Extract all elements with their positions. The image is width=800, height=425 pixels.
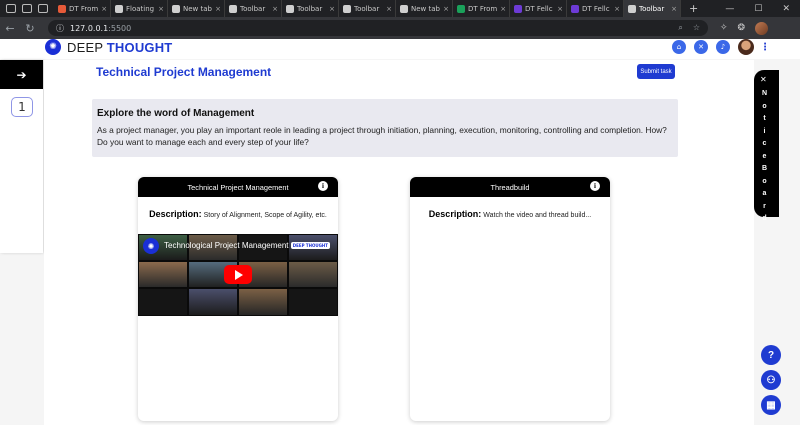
close-tab-icon[interactable]: × <box>671 5 677 13</box>
back-icon[interactable]: ← <box>0 22 20 35</box>
channel-logo-icon: ✺ <box>143 238 159 254</box>
browser-toolbar: ✧ ❂ <box>720 21 769 35</box>
browser-tab-active[interactable]: Toolbar × <box>624 0 681 17</box>
more-menu-icon[interactable]: ⋮ <box>760 42 770 53</box>
site-info-icon[interactable]: ⓘ <box>56 23 64 34</box>
browser-tab[interactable]: Floating × <box>111 0 168 17</box>
info-icon[interactable]: i <box>590 181 600 191</box>
video-badge: DEEP THOUGHT <box>290 242 330 249</box>
community-icon: ⚇ <box>766 374 776 386</box>
zoom-icon[interactable]: ⌕ <box>678 23 682 33</box>
rail-toggle-button[interactable]: ➔ <box>0 60 43 89</box>
asset-card-threadbuild[interactable]: Threadbuild i Description: Watch the vid… <box>410 177 610 421</box>
tab-favicon-icon <box>286 4 294 13</box>
card-description: Description: Watch the video and thread … <box>428 209 592 219</box>
app-header: ✺ DEEP THOUGHT ⌂ ✕ ♪ ⋮ <box>0 39 800 59</box>
tab-favicon-icon <box>457 4 465 13</box>
tab-favicon-icon <box>514 4 522 13</box>
tab-search-icon[interactable] <box>38 4 48 13</box>
copilot-icon[interactable]: ❂ <box>738 23 746 33</box>
tools-icon[interactable]: ✕ <box>694 40 708 54</box>
tab-favicon-icon <box>628 4 636 13</box>
explore-heading: Explore the word of Management <box>97 108 255 119</box>
video-title[interactable]: Technological Project Management <box>164 241 289 250</box>
minimize-icon[interactable]: — <box>725 4 734 14</box>
url-text: 127.0.0.1:5500 <box>70 23 132 33</box>
browser-profile-icon[interactable] <box>6 4 16 13</box>
close-window-icon[interactable]: ✕ <box>782 4 790 14</box>
omnibox-actions: ⌕ ☆ <box>678 23 700 33</box>
avatar[interactable] <box>738 39 754 55</box>
browser-tab[interactable]: DT Fellc × <box>567 0 624 17</box>
bell-icon[interactable]: ♪ <box>716 40 730 54</box>
tab-favicon-icon <box>229 4 237 13</box>
close-tab-icon[interactable]: × <box>158 5 164 13</box>
tab-favicon-icon <box>115 4 123 13</box>
bookmark-star-icon[interactable]: ☆ <box>693 23 700 33</box>
close-tab-icon[interactable]: × <box>386 5 392 13</box>
header-actions: ⌂ ✕ ♪ ⋮ <box>672 39 770 55</box>
notice-board[interactable]: ✕ N o t i c e B o a r d <box>754 70 775 222</box>
browser-tab[interactable]: New tab × <box>396 0 453 17</box>
brand-name: DEEP THOUGHT <box>67 40 173 55</box>
asset-card-tpm[interactable]: Technical Project Management i Descripti… <box>138 177 338 421</box>
deep-thought-logo-icon[interactable]: ✺ <box>45 39 61 55</box>
help-icon: ? <box>767 349 775 361</box>
card-description: Description: Story of Alignment, Scope o… <box>149 209 327 219</box>
play-icon[interactable] <box>224 265 252 284</box>
close-tab-icon[interactable]: × <box>272 5 278 13</box>
card-header: Threadbuild i <box>410 177 610 197</box>
app: ✺ DEEP THOUGHT ⌂ ✕ ♪ ⋮ ➔ 1 Technical Pro… <box>0 39 800 425</box>
help-button[interactable]: ? <box>761 345 781 365</box>
browser-tab-bar: DT From × Floating × New tab × Toolbar × Too… <box>0 0 800 17</box>
browser-tab[interactable]: Toolbar × <box>225 0 282 17</box>
close-tab-icon[interactable]: × <box>215 5 221 13</box>
explore-panel: Explore the word of Management As a proj… <box>92 99 678 157</box>
page-title: Technical Project Management <box>96 65 272 79</box>
main-content: Technical Project Management Submit task… <box>44 60 754 425</box>
profile-avatar[interactable] <box>755 21 769 35</box>
close-tab-icon[interactable]: × <box>614 5 620 13</box>
info-icon[interactable]: i <box>318 181 328 191</box>
community-button[interactable]: ⚇ <box>761 370 781 390</box>
explore-text: As a project manager, you play an import… <box>97 125 667 147</box>
workspaces-icon[interactable] <box>22 4 32 13</box>
new-tab-icon[interactable]: + <box>681 2 706 15</box>
close-tab-icon[interactable]: × <box>443 5 449 13</box>
close-icon[interactable]: ✕ <box>760 75 767 84</box>
browser-tab[interactable]: Toolbar × <box>339 0 396 17</box>
maximize-icon[interactable]: ☐ <box>754 4 762 14</box>
tab-favicon-icon <box>343 4 351 13</box>
extensions-icon[interactable]: ✧ <box>720 23 728 33</box>
reload-icon[interactable]: ↻ <box>20 22 40 35</box>
close-tab-icon[interactable]: × <box>500 5 506 13</box>
browser-tab[interactable]: DT From × <box>54 0 111 17</box>
window-controls: — ☐ ✕ <box>725 4 800 14</box>
notice-board-edge <box>775 70 779 217</box>
close-tab-icon[interactable]: × <box>329 5 335 13</box>
tab-favicon-icon <box>571 4 579 13</box>
calendar-button[interactable]: ▦ <box>761 395 781 415</box>
home-icon[interactable]: ⌂ <box>672 40 686 54</box>
notice-board-label: N o t i c e B o a r d <box>761 90 768 222</box>
tab-favicon-icon <box>400 4 408 13</box>
browser-address-bar: ← ↻ ⓘ 127.0.0.1:5500 ⌕ ☆ ✧ ❂ <box>0 17 800 39</box>
submit-task-button[interactable]: Submit task <box>637 64 675 79</box>
close-tab-icon[interactable]: × <box>557 5 563 13</box>
left-rail: ➔ 1 <box>0 60 43 253</box>
arrow-right-icon: ➔ <box>16 67 27 82</box>
browser-tab-actions <box>0 0 54 17</box>
tab-favicon-icon <box>172 4 180 13</box>
card-header: Technical Project Management i <box>138 177 338 197</box>
browser-tab[interactable]: New tab × <box>168 0 225 17</box>
video-player[interactable]: ✺ Technological Project Management DEEP … <box>138 234 338 316</box>
task-number-button[interactable]: 1 <box>11 97 33 117</box>
close-tab-icon[interactable]: × <box>101 5 107 13</box>
browser-tab[interactable]: Toolbar × <box>282 0 339 17</box>
browser-tab[interactable]: DT From × <box>453 0 510 17</box>
calendar-icon: ▦ <box>766 399 776 411</box>
browser-tab[interactable]: DT Fellc × <box>510 0 567 17</box>
tab-favicon-icon <box>58 4 66 13</box>
url-field[interactable]: ⓘ 127.0.0.1:5500 ⌕ ☆ <box>48 20 708 36</box>
